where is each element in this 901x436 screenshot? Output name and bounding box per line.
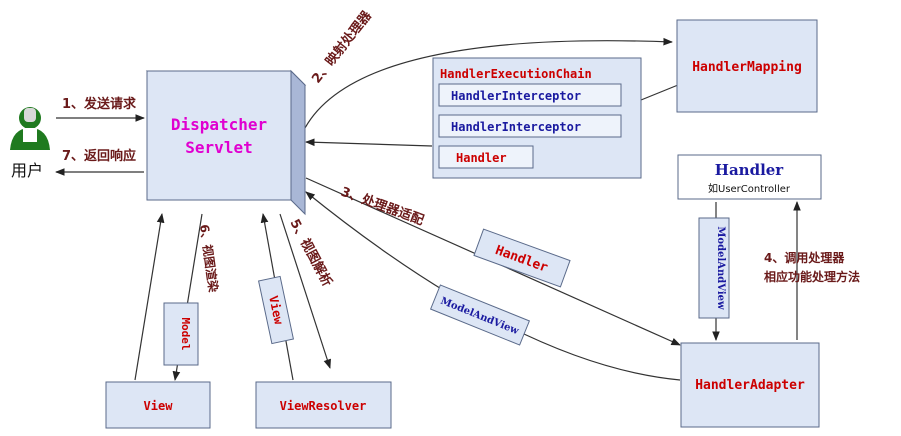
view-label: View <box>144 399 174 413</box>
chain-item-interceptor-2: HandlerInterceptor <box>451 120 581 134</box>
chain-item-interceptor-1: HandlerInterceptor <box>451 89 581 103</box>
step-7-label: 7、返回响应 <box>62 148 136 164</box>
chain-item-handler: Handler <box>456 151 507 165</box>
dispatcher-title-line1: Dispatcher <box>171 115 267 134</box>
view-tag: View <box>257 275 295 345</box>
dispatcher-title-line2: Servlet <box>185 138 252 157</box>
step-2-label: 2、映射处理器 <box>309 7 376 86</box>
handler-mapping-label: HandlerMapping <box>692 60 802 75</box>
flow-diagram: 用户 1、发送请求 7、返回响应 Dispatcher Servlet 2、映射… <box>10 7 860 429</box>
step-6-label: 6、视图渲染 <box>197 223 222 294</box>
step-5-label: 5、视图解析 <box>286 216 335 289</box>
step-4-line2: 相应功能处理方法 <box>764 269 860 284</box>
model-tag-text: Model <box>179 317 192 350</box>
step-3-label: 3、处理器适配 <box>339 184 426 229</box>
arrow-model-and-view-return <box>305 191 681 381</box>
execution-chain-title: HandlerExecutionChain <box>440 67 592 81</box>
arrow-chain-dispatcher <box>305 138 433 147</box>
user-label: 用户 <box>11 161 43 180</box>
model-and-view-vertical-tag: ModelAndView <box>698 217 730 319</box>
step-4-line1: 4、调用处理器 <box>764 250 845 265</box>
step-1-label: 1、发送请求 <box>62 96 137 112</box>
handler-title: Handler <box>715 161 785 179</box>
line-mapping-chain <box>640 84 679 101</box>
view-resolver-label: ViewResolver <box>280 399 367 413</box>
model-and-view-vertical-text: ModelAndView <box>715 226 726 310</box>
model-tag: Model <box>163 302 199 366</box>
handler-adapter-label: HandlerAdapter <box>695 378 805 393</box>
model-and-view-tag: ModelAndView <box>429 284 531 346</box>
handler-subtitle: 如UserController <box>708 182 791 195</box>
arrow-view-dispatcher <box>134 213 165 381</box>
handler-tag: Handler <box>473 228 571 288</box>
user-icon <box>10 107 50 150</box>
